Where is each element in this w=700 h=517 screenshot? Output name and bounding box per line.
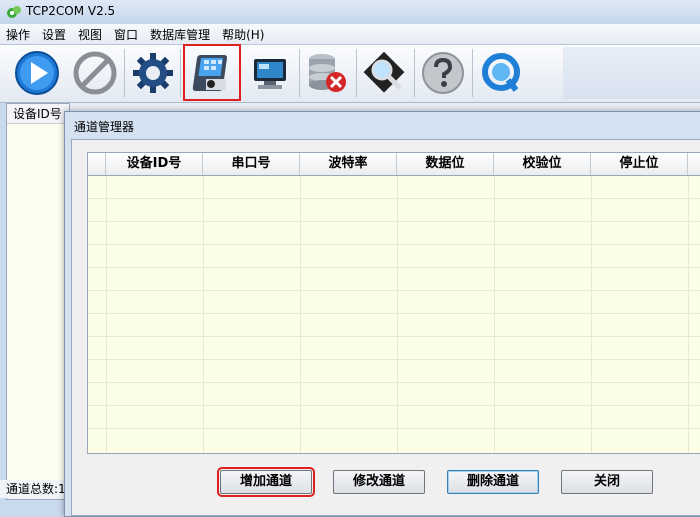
delete-channel-button[interactable]: 删除通道 bbox=[447, 470, 539, 494]
toolbar bbox=[0, 44, 700, 103]
monitor-icon bbox=[254, 59, 286, 89]
toolbar-separator bbox=[124, 49, 125, 97]
channel-manager-icon bbox=[192, 54, 228, 91]
menu-bar: 操作 设置 视图 窗口 数据库管理 帮助(H) bbox=[0, 24, 700, 45]
toolbar-separator bbox=[472, 49, 473, 97]
start-button[interactable] bbox=[12, 47, 62, 99]
row-header-column bbox=[88, 153, 106, 175]
quicktime-icon bbox=[482, 53, 520, 92]
media-button[interactable] bbox=[476, 47, 526, 99]
monitor-button[interactable] bbox=[245, 47, 295, 99]
search-button[interactable] bbox=[360, 47, 410, 99]
column-serial-port[interactable]: 串口号 bbox=[203, 153, 300, 175]
search-icon bbox=[363, 51, 405, 93]
menu-database[interactable]: 数据库管理 bbox=[144, 26, 216, 43]
device-list-header[interactable]: 设备ID号 bbox=[7, 104, 69, 124]
device-list-panel: 设备ID号 bbox=[6, 103, 70, 500]
add-channel-button[interactable]: 增加通道 bbox=[217, 467, 315, 497]
settings-button[interactable] bbox=[128, 47, 178, 99]
dialog-title: 通道管理器 bbox=[74, 120, 135, 134]
help-button[interactable] bbox=[418, 47, 468, 99]
help-icon bbox=[422, 52, 464, 94]
stop-icon bbox=[73, 51, 117, 95]
database-delete-icon bbox=[309, 54, 346, 92]
channel-table-header: 设备ID号 串口号 波特率 数据位 校验位 停止位 bbox=[88, 153, 700, 176]
column-stop-bits[interactable]: 停止位 bbox=[591, 153, 688, 175]
table-gridlines bbox=[88, 176, 700, 453]
toolbar-separator bbox=[414, 49, 415, 97]
menu-settings[interactable]: 设置 bbox=[36, 26, 72, 43]
menu-window[interactable]: 窗口 bbox=[108, 26, 144, 43]
close-button[interactable]: 关闭 bbox=[561, 470, 653, 494]
play-icon bbox=[15, 51, 59, 95]
database-delete-button[interactable] bbox=[302, 47, 352, 99]
column-parity[interactable]: 校验位 bbox=[494, 153, 591, 175]
toolbar-separator bbox=[356, 49, 357, 97]
column-device-id[interactable]: 设备ID号 bbox=[106, 153, 203, 175]
modify-channel-button[interactable]: 修改通道 bbox=[333, 470, 425, 494]
window-title: TCP2COM V2.5 bbox=[26, 4, 116, 18]
channel-manager-dialog: 通道管理器 设备ID号 串口号 波特率 数据位 校验位 停止位 增加通道 修改通… bbox=[64, 111, 700, 517]
toolbar-empty-area bbox=[563, 47, 700, 99]
stop-button[interactable] bbox=[70, 47, 120, 99]
menu-operate[interactable]: 操作 bbox=[0, 26, 36, 43]
toolbar-separator bbox=[299, 49, 300, 97]
window-title-bar: TCP2COM V2.5 bbox=[0, 0, 700, 24]
dialog-body: 设备ID号 串口号 波特率 数据位 校验位 停止位 增加通道 修改通道 删除通道… bbox=[71, 139, 700, 516]
column-data-bits[interactable]: 数据位 bbox=[397, 153, 494, 175]
channel-manager-button[interactable] bbox=[183, 44, 241, 101]
column-baud-rate[interactable]: 波特率 bbox=[300, 153, 397, 175]
app-logo-icon bbox=[7, 6, 21, 18]
toolbar-separator bbox=[180, 49, 181, 97]
status-bar: 通道总数:1 bbox=[0, 480, 70, 498]
gear-icon bbox=[133, 53, 173, 93]
menu-help[interactable]: 帮助(H) bbox=[216, 26, 270, 43]
menu-view[interactable]: 视图 bbox=[72, 26, 108, 43]
channel-table[interactable]: 设备ID号 串口号 波特率 数据位 校验位 停止位 bbox=[87, 152, 700, 454]
dialog-buttons: 增加通道 修改通道 删除通道 关闭 bbox=[72, 467, 700, 498]
